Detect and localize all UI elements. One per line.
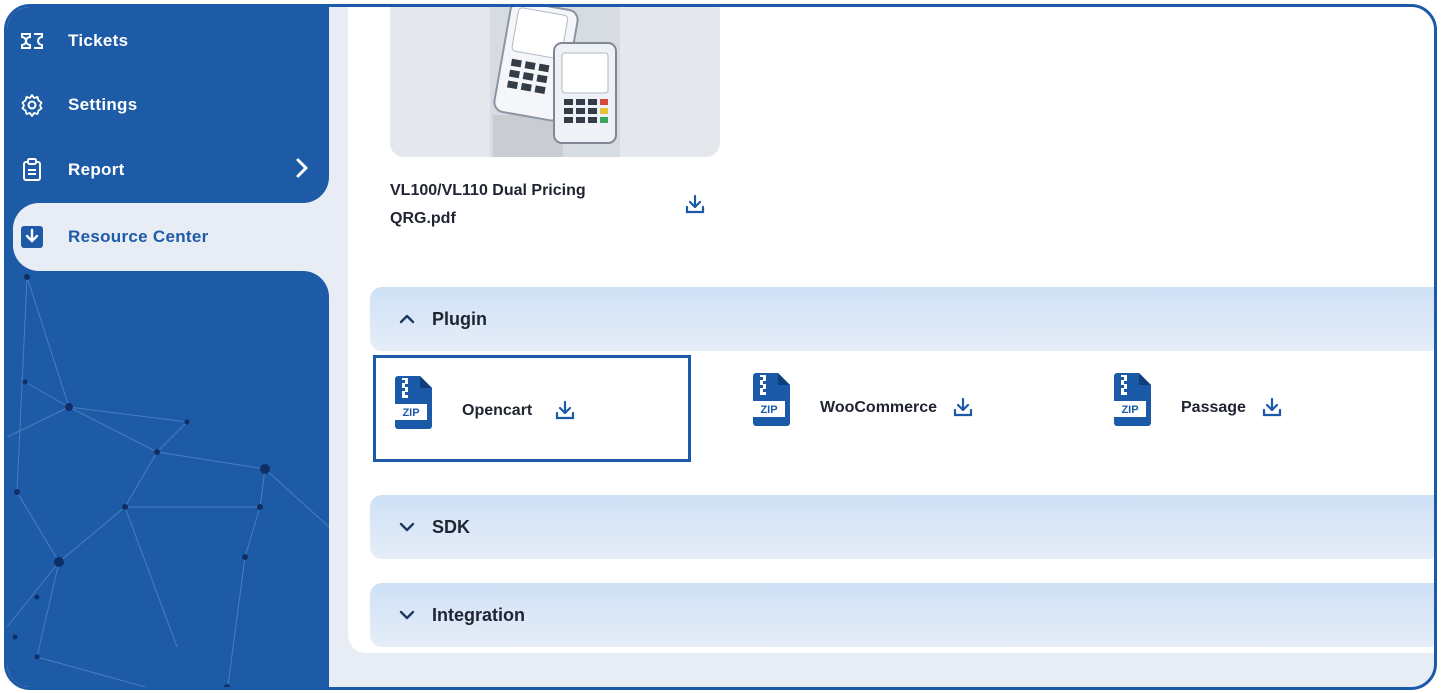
svg-text:ZIP: ZIP — [402, 407, 419, 419]
sidebar-item-report[interactable]: Report — [7, 140, 329, 200]
document-name-line: VL100/VL110 Dual Pricing — [390, 182, 586, 199]
download-icon[interactable] — [552, 398, 578, 424]
sidebar: Tickets Settings Report Resource Center — [7, 7, 329, 687]
sidebar-item-settings[interactable]: Settings — [7, 75, 329, 135]
sidebar-item-label: Report — [68, 160, 125, 179]
active-tab-corner — [303, 177, 329, 203]
plugin-item-woocommerce[interactable]: ZIP WooCommerce — [734, 355, 1052, 462]
chevron-down-icon — [398, 606, 416, 624]
clipboard-icon — [19, 157, 45, 183]
gear-icon — [19, 92, 45, 118]
download-icon[interactable] — [950, 395, 976, 421]
document-name-line: QRG.pdf — [390, 210, 456, 227]
plugin-name: Passage — [1181, 399, 1246, 416]
zip-file-icon: ZIP — [392, 374, 436, 430]
sidebar-item-label: Tickets — [68, 31, 129, 50]
plugin-item-opencart[interactable]: ZIP Opencart — [373, 355, 691, 462]
svg-text:ZIP: ZIP — [1121, 404, 1138, 416]
download-icon[interactable] — [682, 192, 708, 218]
main-panel: VL100/VL110 Dual Pricing QRG.pdf Plugin … — [348, 7, 1434, 653]
accordion-sdk[interactable]: SDK — [370, 495, 1434, 559]
sidebar-item-label: Settings — [68, 95, 138, 114]
zip-file-icon: ZIP — [750, 371, 794, 427]
active-tab-corner — [303, 271, 329, 297]
zip-file-icon: ZIP — [1111, 371, 1155, 427]
sidebar-item-tickets[interactable]: Tickets — [7, 11, 329, 71]
sidebar-item-label: Resource Center — [68, 227, 209, 246]
download-box-icon — [19, 224, 45, 250]
accordion-integration[interactable]: Integration — [370, 583, 1434, 647]
plugin-item-passage[interactable]: ZIP Passage — [1095, 355, 1413, 462]
download-icon[interactable] — [1259, 395, 1285, 421]
terminal-image — [490, 7, 620, 157]
accordion-title: Plugin — [432, 308, 487, 329]
plugin-name: Opencart — [462, 402, 533, 419]
sidebar-item-resource-center[interactable]: Resource Center — [7, 207, 329, 267]
chevron-down-icon — [398, 518, 416, 536]
accordion-title: Integration — [432, 604, 525, 625]
document-name[interactable]: VL100/VL110 Dual Pricing QRG.pdf — [390, 177, 640, 233]
chevron-up-icon — [398, 310, 416, 328]
accordion-title: SDK — [432, 516, 471, 537]
plugin-name: WooCommerce — [820, 399, 938, 416]
accordion-plugin[interactable]: Plugin — [370, 287, 1434, 351]
document-thumbnail[interactable] — [390, 7, 720, 157]
svg-text:ZIP: ZIP — [760, 404, 777, 416]
app-frame: Tickets Settings Report Resource Center — [4, 4, 1437, 690]
ticket-icon — [19, 28, 45, 54]
